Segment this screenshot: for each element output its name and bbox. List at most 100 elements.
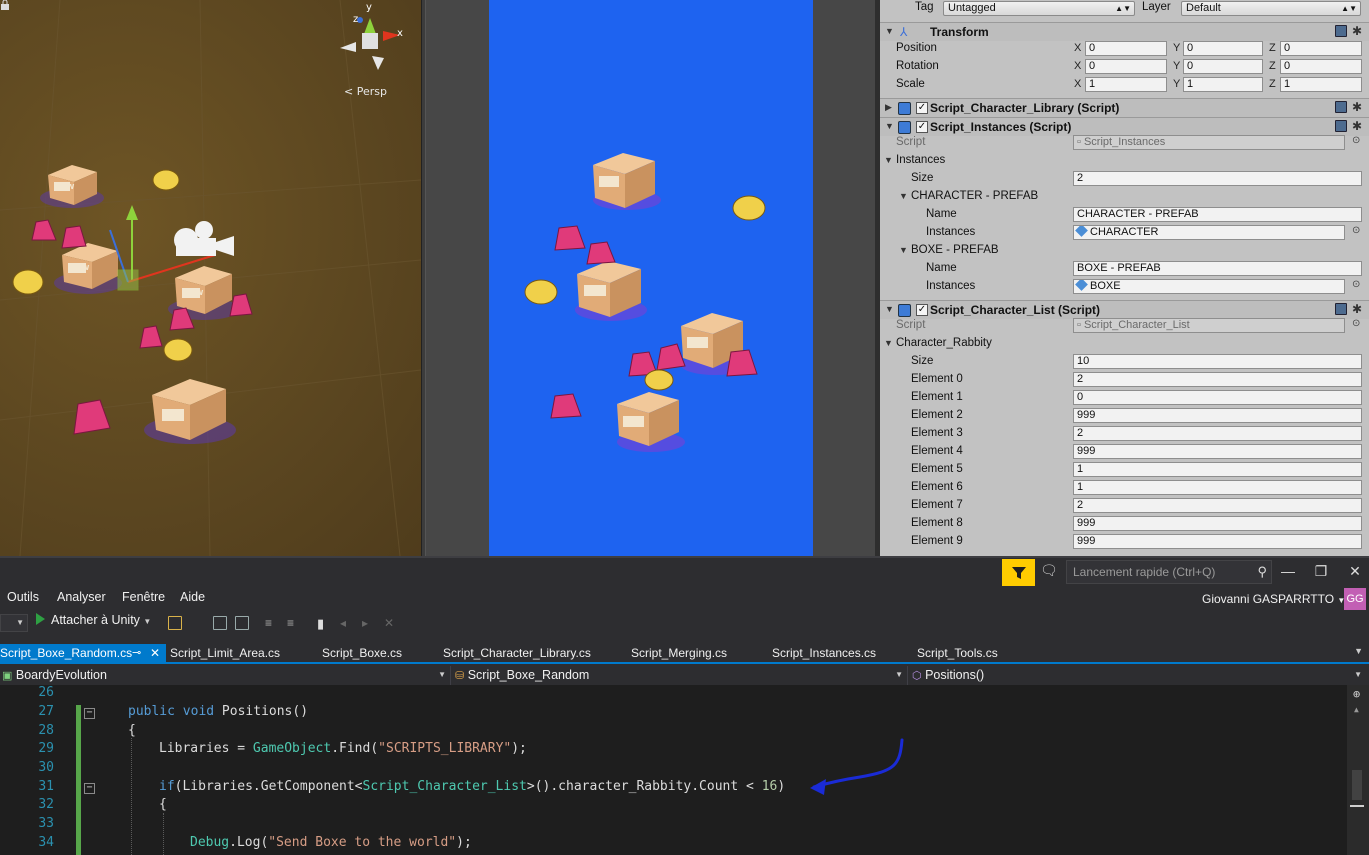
layer-dropdown[interactable]: Default ▲▼ bbox=[1181, 1, 1361, 16]
position-z-field[interactable]: 0 bbox=[1280, 41, 1362, 56]
menu-analyser[interactable]: Analyser bbox=[57, 590, 106, 604]
menu-aide[interactable]: Aide bbox=[180, 590, 205, 604]
instances-entry-header[interactable]: ▼ BOXE - PREFAB bbox=[880, 242, 1369, 260]
lock-icon[interactable] bbox=[0, 0, 10, 10]
outdent-icon[interactable]: ≡ bbox=[265, 616, 279, 630]
vertical-scrollbar[interactable]: ⊕ ▲ bbox=[1347, 685, 1369, 855]
user-account[interactable]: Giovanni GASPARRTTO ▼ bbox=[1202, 592, 1345, 606]
element-value-field[interactable]: 999 bbox=[1073, 516, 1362, 531]
rotation-z-field[interactable]: 0 bbox=[1280, 59, 1362, 74]
component-enabled-checkbox[interactable]: ✓ bbox=[916, 121, 928, 133]
rotation-y-field[interactable]: 0 bbox=[1183, 59, 1263, 74]
menu-fenetre[interactable]: Fenêtre bbox=[122, 590, 165, 604]
scene-orientation-gizmo[interactable] bbox=[340, 17, 400, 70]
pin-icon[interactable]: ⊸ bbox=[132, 644, 141, 663]
scroll-thumb[interactable] bbox=[1352, 770, 1362, 800]
element-value-field[interactable]: 2 bbox=[1073, 372, 1362, 387]
project-dropdown[interactable]: ▣ BoardyEvolution ▼ bbox=[0, 666, 451, 685]
navigate-icon[interactable] bbox=[213, 616, 227, 630]
scene-box-4[interactable] bbox=[144, 379, 236, 444]
object-picker-icon[interactable]: ⊙ bbox=[1352, 135, 1360, 146]
gear-icon[interactable]: ✱ bbox=[1352, 302, 1362, 316]
scale-z-field[interactable]: 1 bbox=[1280, 77, 1362, 92]
entry-instances-field[interactable]: BOXE bbox=[1073, 279, 1345, 294]
element-value-field[interactable]: 1 bbox=[1073, 480, 1362, 495]
next-bookmark-icon[interactable]: ▸ bbox=[362, 616, 376, 630]
indent-icon[interactable]: ≡ bbox=[287, 616, 301, 630]
element-value-field[interactable]: 999 bbox=[1073, 534, 1362, 549]
quick-launch-input[interactable]: Lancement rapide (Ctrl+Q) ⚲ bbox=[1066, 560, 1272, 584]
gear-icon[interactable]: ✱ bbox=[1352, 119, 1362, 133]
maximize-button[interactable]: ❐ bbox=[1306, 560, 1336, 584]
gear-icon[interactable]: ✱ bbox=[1352, 24, 1362, 38]
folder-icon[interactable] bbox=[168, 616, 182, 630]
tab-script-merging[interactable]: Script_Merging.cs bbox=[631, 644, 727, 664]
clear-bookmarks-icon[interactable]: ✕ bbox=[384, 616, 398, 630]
help-book-icon[interactable] bbox=[1335, 303, 1347, 315]
entry-name-field[interactable]: CHARACTER - PREFAB bbox=[1073, 207, 1362, 222]
component-enabled-checkbox[interactable]: ✓ bbox=[916, 304, 928, 316]
element-value-field[interactable]: 1 bbox=[1073, 462, 1362, 477]
menu-outils[interactable]: Outils bbox=[7, 590, 39, 604]
scene-view[interactable]: y x z NEW NEW NEW NEW < Persp bbox=[0, 0, 421, 556]
help-book-icon[interactable] bbox=[1335, 120, 1347, 132]
scale-y-field[interactable]: 1 bbox=[1183, 77, 1263, 92]
close-button[interactable]: ✕ bbox=[1340, 560, 1369, 584]
tab-script-instances[interactable]: Script_Instances.cs bbox=[772, 644, 876, 664]
tab-script-boxe-random[interactable]: Script_Boxe_Random.cs ⊸ ✕ bbox=[0, 644, 166, 664]
solution-config-dropdown[interactable]: ▼ bbox=[0, 614, 28, 632]
tag-dropdown[interactable]: Untagged ▲▼ bbox=[943, 1, 1135, 16]
member-dropdown[interactable]: ⬡ Positions() ▼ bbox=[912, 666, 1366, 685]
gear-icon[interactable]: ✱ bbox=[1352, 100, 1362, 114]
notifications-button[interactable] bbox=[1002, 559, 1035, 586]
camera-gizmo-icon[interactable] bbox=[174, 221, 234, 256]
prev-bookmark-icon[interactable]: ◂ bbox=[340, 616, 354, 630]
character-library-header[interactable]: ▶ ✓ Script_Character_Library (Script) ✱ bbox=[880, 98, 1369, 117]
foldout-open-icon[interactable]: ▼ bbox=[885, 304, 894, 314]
rotation-x-field[interactable]: 0 bbox=[1085, 59, 1167, 74]
object-picker-icon[interactable]: ⊙ bbox=[1352, 225, 1360, 236]
foldout-open-icon[interactable]: ▼ bbox=[884, 338, 893, 348]
bookmark-icon[interactable]: ▮ bbox=[317, 616, 331, 631]
split-editor-icon[interactable]: ⊕ bbox=[1353, 687, 1360, 701]
help-book-icon[interactable] bbox=[1335, 101, 1347, 113]
component-enabled-checkbox[interactable]: ✓ bbox=[916, 102, 928, 114]
rabbity-size-field[interactable]: 10 bbox=[1073, 354, 1362, 369]
code-editor[interactable]: − − 26 27 28 29 30 31 32 33 34 public vo… bbox=[0, 685, 1369, 855]
tab-script-tools[interactable]: Script_Tools.cs bbox=[917, 644, 998, 664]
object-picker-icon[interactable]: ⊙ bbox=[1352, 279, 1360, 290]
instances-list-row[interactable]: ▼ Instances bbox=[880, 152, 1369, 170]
projection-label[interactable]: < Persp bbox=[344, 85, 387, 98]
tab-script-limit-area[interactable]: Script_Limit_Area.cs bbox=[170, 644, 280, 664]
foldout-open-icon[interactable]: ▼ bbox=[899, 191, 908, 201]
tab-overflow-icon[interactable]: ▼ bbox=[1354, 646, 1363, 656]
entry-name-field[interactable]: BOXE - PREFAB bbox=[1073, 261, 1362, 276]
copy-icon[interactable] bbox=[235, 616, 249, 630]
feedback-icon[interactable]: 🗨 bbox=[1040, 562, 1060, 582]
minimize-button[interactable]: — bbox=[1273, 560, 1303, 584]
search-icon[interactable]: ⚲ bbox=[1257, 561, 1267, 583]
collapse-icon[interactable]: − bbox=[84, 708, 95, 719]
instances-size-field[interactable]: 2 bbox=[1073, 171, 1362, 186]
scale-x-field[interactable]: 1 bbox=[1085, 77, 1167, 92]
close-icon[interactable]: ✕ bbox=[150, 644, 160, 663]
character-rabbity-row[interactable]: ▼ Character_Rabbity bbox=[880, 335, 1369, 353]
entry-instances-field[interactable]: CHARACTER bbox=[1073, 225, 1345, 240]
game-view[interactable]: NEW NEW NEW NEW bbox=[489, 0, 813, 556]
element-value-field[interactable]: 2 bbox=[1073, 498, 1362, 513]
tab-script-boxe[interactable]: Script_Boxe.cs bbox=[322, 644, 402, 664]
element-value-field[interactable]: 0 bbox=[1073, 390, 1362, 405]
collapse-icon[interactable]: − bbox=[84, 783, 95, 794]
foldout-open-icon[interactable]: ▼ bbox=[899, 245, 908, 255]
avatar[interactable]: GG bbox=[1344, 588, 1366, 610]
foldout-open-icon[interactable]: ▼ bbox=[884, 155, 893, 165]
position-x-field[interactable]: 0 bbox=[1085, 41, 1167, 56]
class-dropdown[interactable]: ⛁ Script_Boxe_Random ▼ bbox=[455, 666, 908, 685]
foldout-open-icon[interactable]: ▼ bbox=[885, 121, 894, 131]
help-book-icon[interactable] bbox=[1335, 25, 1347, 37]
attach-to-unity-button[interactable]: Attacher à Unity ▼ bbox=[36, 613, 151, 633]
foldout-closed-icon[interactable]: ▶ bbox=[885, 102, 892, 113]
element-value-field[interactable]: 2 bbox=[1073, 426, 1362, 441]
instances-entry-header[interactable]: ▼ CHARACTER - PREFAB bbox=[880, 188, 1369, 206]
position-y-field[interactable]: 0 bbox=[1183, 41, 1263, 56]
